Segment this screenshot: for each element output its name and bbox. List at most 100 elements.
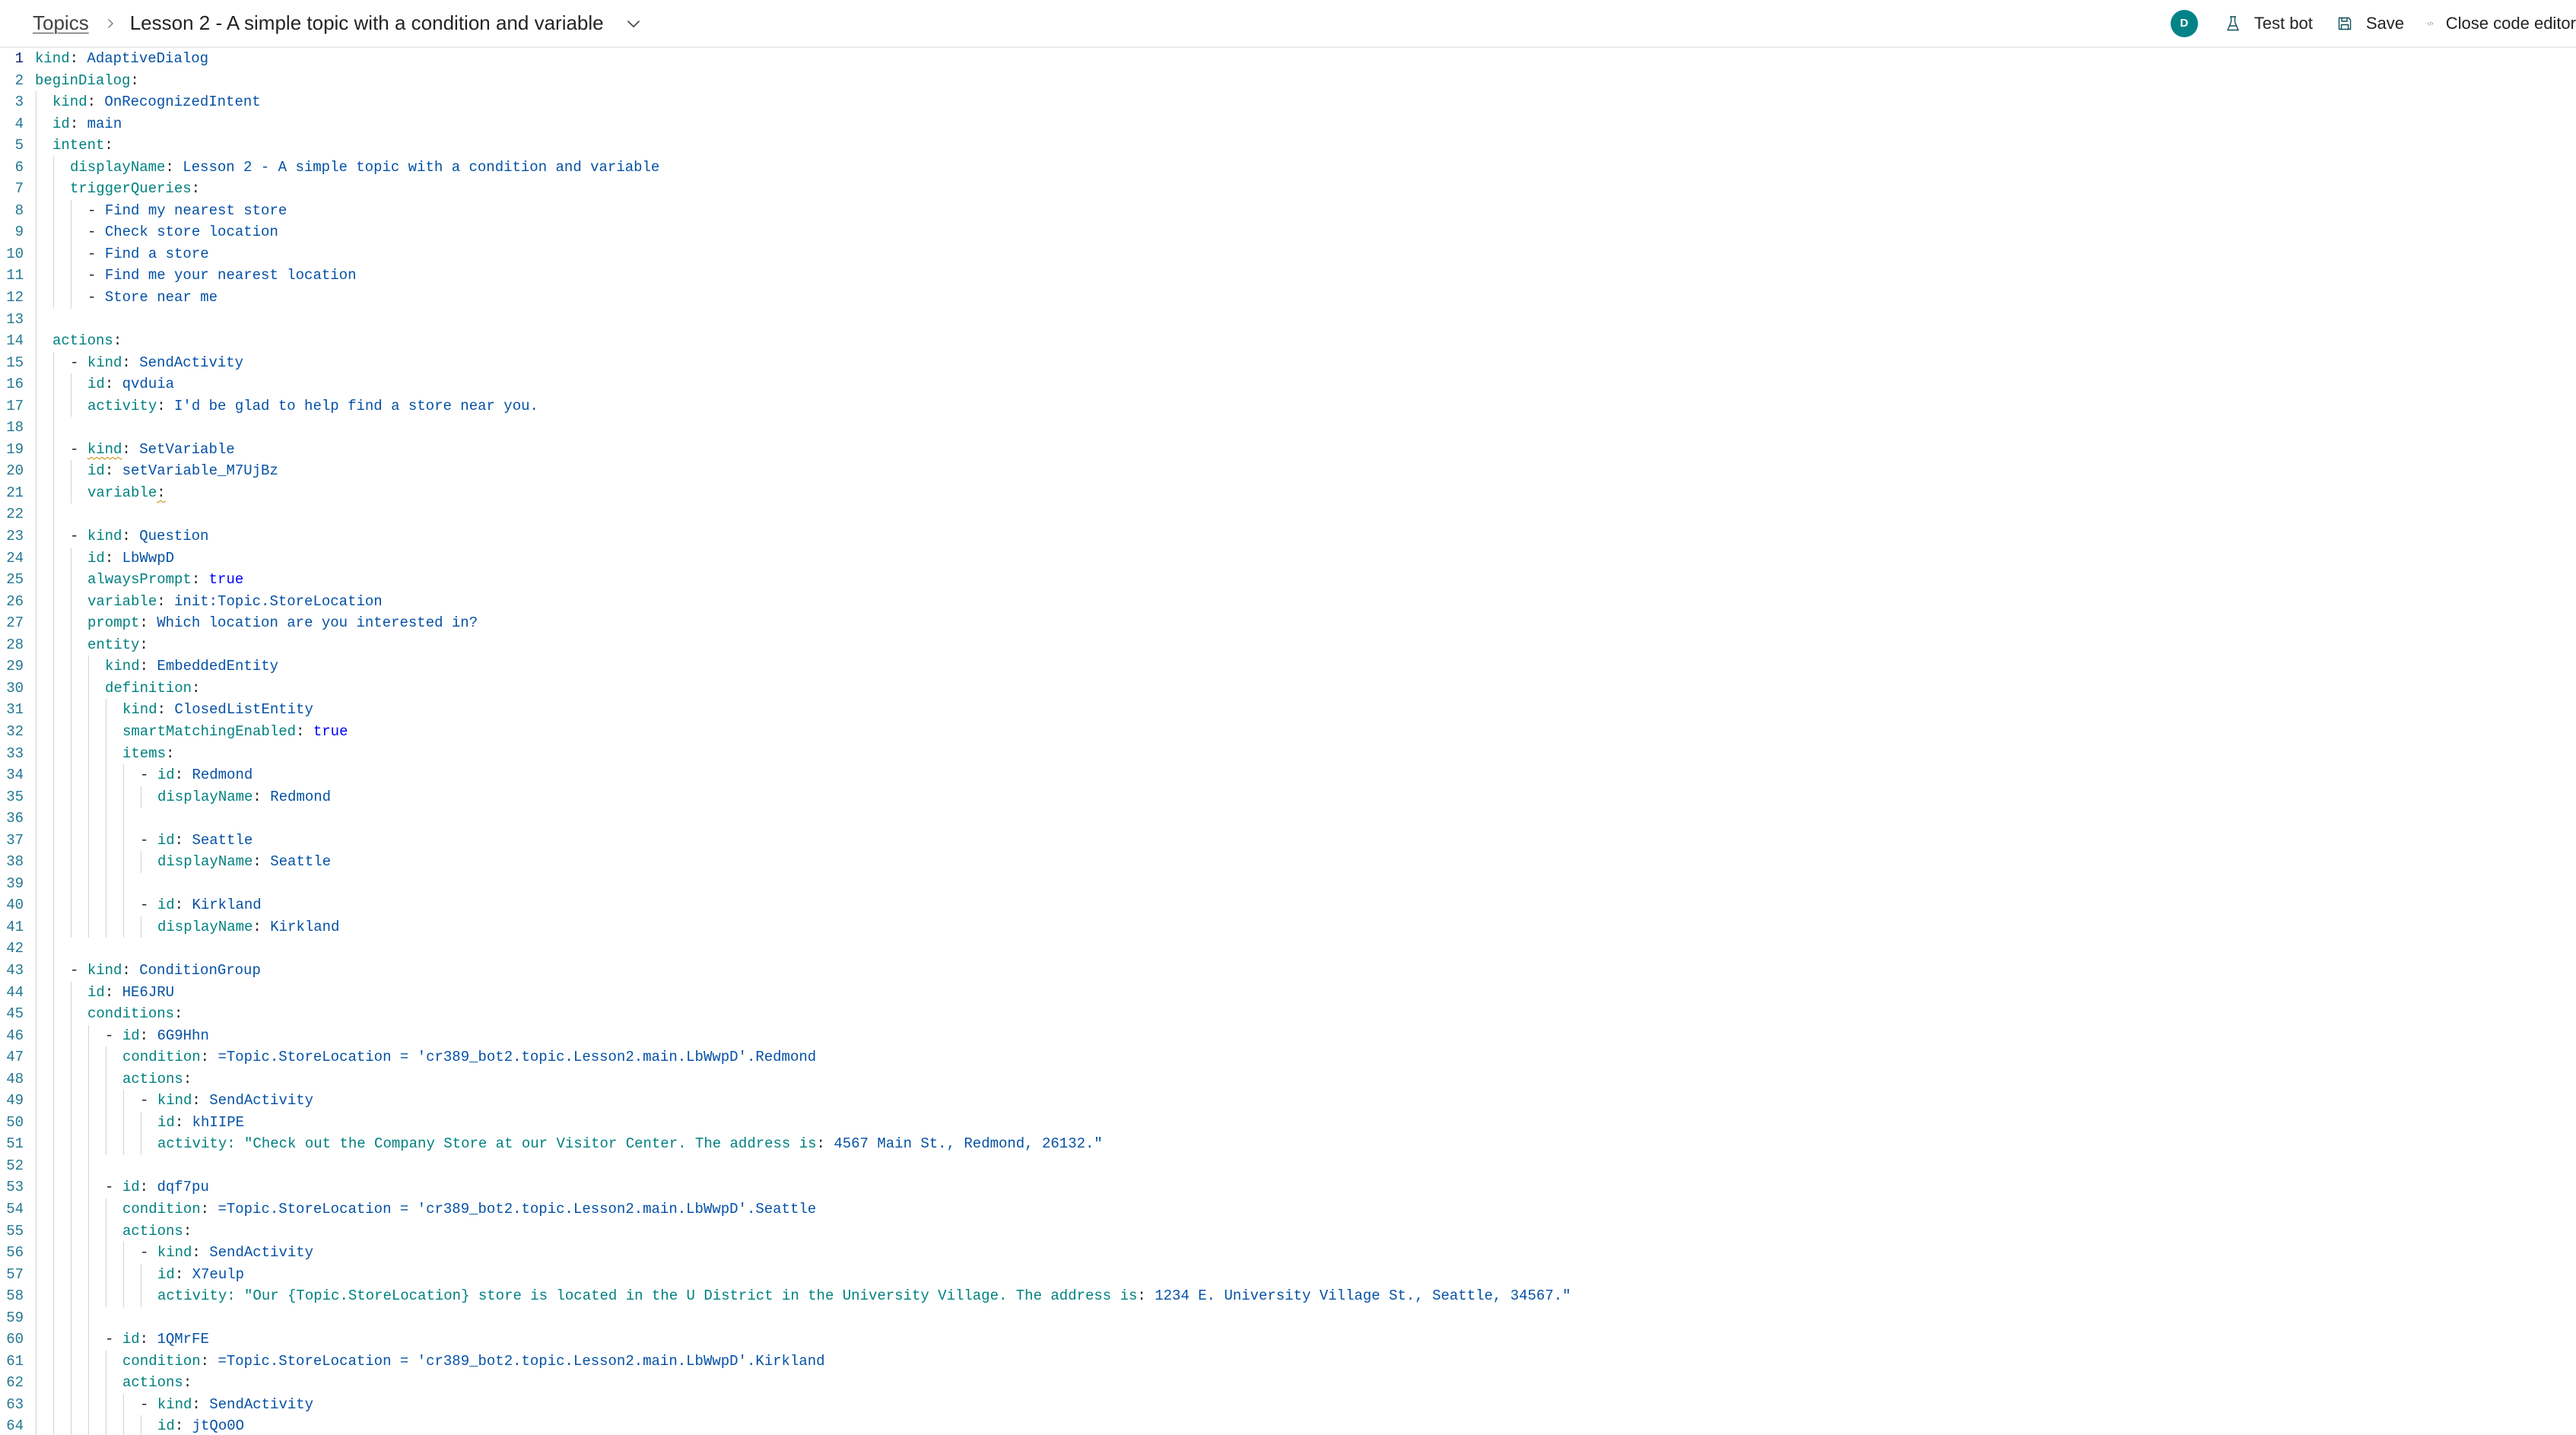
- code-line[interactable]: 12 - Store near me: [0, 287, 2576, 309]
- line-number: 12: [6, 289, 24, 306]
- code-line[interactable]: 19 - kind: SetVariable: [0, 438, 2576, 461]
- line-number: 57: [6, 1265, 24, 1283]
- code-line[interactable]: 35 displayName: Redmond: [0, 786, 2576, 808]
- code-line[interactable]: 14 actions:: [0, 330, 2576, 352]
- yaml-punctuation: :: [165, 158, 183, 176]
- yaml-value: Seattle: [192, 831, 253, 849]
- test-bot-button[interactable]: Test bot: [2224, 14, 2313, 33]
- code-line[interactable]: 3 kind: OnRecognizedIntent: [0, 91, 2576, 113]
- indent-guide: [36, 1306, 37, 1329]
- indent-guide: [36, 287, 37, 309]
- code-line[interactable]: 51 activity: "Check out the Company Store…: [0, 1133, 2576, 1155]
- code-line[interactable]: 2 beginDialog:: [0, 70, 2576, 92]
- code-line[interactable]: 4 id: main: [0, 113, 2576, 135]
- code-line[interactable]: 18: [0, 417, 2576, 439]
- code-line[interactable]: 21 variable:: [0, 481, 2576, 504]
- code-line[interactable]: 1 kind: AdaptiveDialog: [0, 48, 2576, 70]
- indent-guide: [53, 677, 54, 700]
- indent-guide: [88, 699, 89, 721]
- code-line[interactable]: 23 - kind: Question: [0, 525, 2576, 548]
- code-line[interactable]: 16 id: qvduia: [0, 373, 2576, 395]
- indent-guide: [36, 959, 37, 982]
- code-line[interactable]: 41 displayName: Kirkland: [0, 916, 2576, 938]
- line-number: 4: [14, 115, 24, 132]
- code-line[interactable]: 42: [0, 938, 2576, 960]
- code-line[interactable]: 61 condition: =Topic.StoreLocation = 'cr3…: [0, 1350, 2576, 1373]
- code-line[interactable]: 37 - id: Seattle: [0, 829, 2576, 852]
- code-line[interactable]: 44 id: HE6JRU: [0, 981, 2576, 1004]
- yaml-list-dash: -: [87, 202, 105, 219]
- code-line[interactable]: 52: [0, 1154, 2576, 1177]
- code-line[interactable]: 24 id: LbWwpD: [0, 547, 2576, 570]
- code-line[interactable]: 58 activity: "Our {Topic.StoreLocation} s…: [0, 1285, 2576, 1307]
- yaml-code-editor[interactable]: 1 kind: AdaptiveDialog 2 beginDialog: 3 kind:…: [0, 48, 2576, 1435]
- code-line[interactable]: 55 actions:: [0, 1220, 2576, 1243]
- code-line[interactable]: 32 smartMatchingEnabled: true: [0, 720, 2576, 743]
- code-line[interactable]: 57 id: X7eulp: [0, 1263, 2576, 1286]
- code-line[interactable]: 46 - id: 6G9Hhn: [0, 1024, 2576, 1047]
- code-line[interactable]: 47 condition: =Topic.StoreLocation = 'cr3…: [0, 1046, 2576, 1068]
- code-line[interactable]: 33 items:: [0, 742, 2576, 765]
- indent-guide: [53, 590, 54, 613]
- code-line[interactable]: 17 activity: I'd be glad to help find a s…: [0, 395, 2576, 417]
- code-line[interactable]: 64 id: jtQo0O: [0, 1415, 2576, 1435]
- code-line[interactable]: 39: [0, 872, 2576, 895]
- code-line[interactable]: 34 - id: Redmond: [0, 764, 2576, 786]
- code-line[interactable]: 26 variable: init:Topic.StoreLocation: [0, 590, 2576, 613]
- code-line[interactable]: 56 - kind: SendActivity: [0, 1242, 2576, 1264]
- code-line[interactable]: 30 definition:: [0, 677, 2576, 700]
- indent-guide: [36, 308, 37, 331]
- code-line[interactable]: 53 - id: dqf7pu: [0, 1176, 2576, 1198]
- indent-guide: [123, 1111, 124, 1134]
- code-line[interactable]: 29 kind: EmbeddedEntity: [0, 656, 2576, 678]
- indent-guide: [36, 720, 37, 743]
- yaml-punctuation: :: [192, 1092, 210, 1110]
- indent-guide: [123, 808, 124, 830]
- indent-guide: [36, 1133, 37, 1155]
- code-line[interactable]: 31 kind: ClosedListEntity: [0, 699, 2576, 721]
- code-line[interactable]: 22: [0, 503, 2576, 526]
- indent-guide: [36, 829, 37, 852]
- code-line[interactable]: 10 - Find a store: [0, 243, 2576, 265]
- save-button[interactable]: Save: [2336, 14, 2404, 33]
- code-line[interactable]: 59: [0, 1306, 2576, 1329]
- indent-guide: [53, 829, 54, 852]
- code-line[interactable]: 11 - Find me your nearest location: [0, 265, 2576, 287]
- code-line[interactable]: 54 condition: =Topic.StoreLocation = 'cr3…: [0, 1198, 2576, 1221]
- code-line[interactable]: 27 prompt: Which location are you interes…: [0, 612, 2576, 634]
- code-line[interactable]: 49 - kind: SendActivity: [0, 1090, 2576, 1112]
- code-line[interactable]: 43 - kind: ConditionGroup: [0, 959, 2576, 982]
- code-line[interactable]: 9 - Check store location: [0, 221, 2576, 243]
- yaml-key: variable: [87, 484, 157, 501]
- code-line[interactable]: 40 - id: Kirkland: [0, 894, 2576, 916]
- code-line[interactable]: 6 displayName: Lesson 2 - A simple topic …: [0, 156, 2576, 179]
- indent-guide: [88, 1372, 89, 1394]
- code-line[interactable]: 25 alwaysPrompt: true: [0, 569, 2576, 591]
- code-line[interactable]: 62 actions:: [0, 1372, 2576, 1394]
- code-line[interactable]: 28 entity:: [0, 633, 2576, 656]
- code-line[interactable]: 13: [0, 308, 2576, 331]
- indent-guide: [53, 1154, 54, 1177]
- yaml-key: actions: [52, 332, 113, 350]
- code-line[interactable]: 63 - kind: SendActivity: [0, 1393, 2576, 1416]
- code-line[interactable]: 36: [0, 808, 2576, 830]
- code-line[interactable]: 15 - kind: SendActivity: [0, 351, 2576, 374]
- code-text: intent:: [52, 135, 113, 157]
- yaml-key: kind: [157, 1092, 192, 1110]
- code-line[interactable]: 60 - id: 1QMrFE: [0, 1329, 2576, 1351]
- code-line[interactable]: 20 id: setVariable_M7UjBz: [0, 460, 2576, 482]
- close-code-editor-button[interactable]: Close code editor: [2427, 14, 2576, 33]
- chevron-down-icon[interactable]: [625, 15, 642, 32]
- code-line[interactable]: 50 id: khIIPE: [0, 1111, 2576, 1134]
- code-line[interactable]: 5 intent:: [0, 135, 2576, 157]
- beaker-icon: [2227, 15, 2239, 30]
- code-line[interactable]: 48 actions:: [0, 1068, 2576, 1091]
- indent-guide: [53, 569, 54, 591]
- breadcrumb-topics-link[interactable]: Topics: [33, 11, 89, 35]
- code-text: - id: Redmond: [140, 764, 253, 786]
- code-line[interactable]: 45 conditions:: [0, 1003, 2576, 1025]
- code-line[interactable]: 38 displayName: Seattle: [0, 851, 2576, 873]
- avatar[interactable]: D: [2170, 9, 2198, 37]
- code-line[interactable]: 7 triggerQueries:: [0, 178, 2576, 200]
- code-line[interactable]: 8 - Find my nearest store: [0, 199, 2576, 222]
